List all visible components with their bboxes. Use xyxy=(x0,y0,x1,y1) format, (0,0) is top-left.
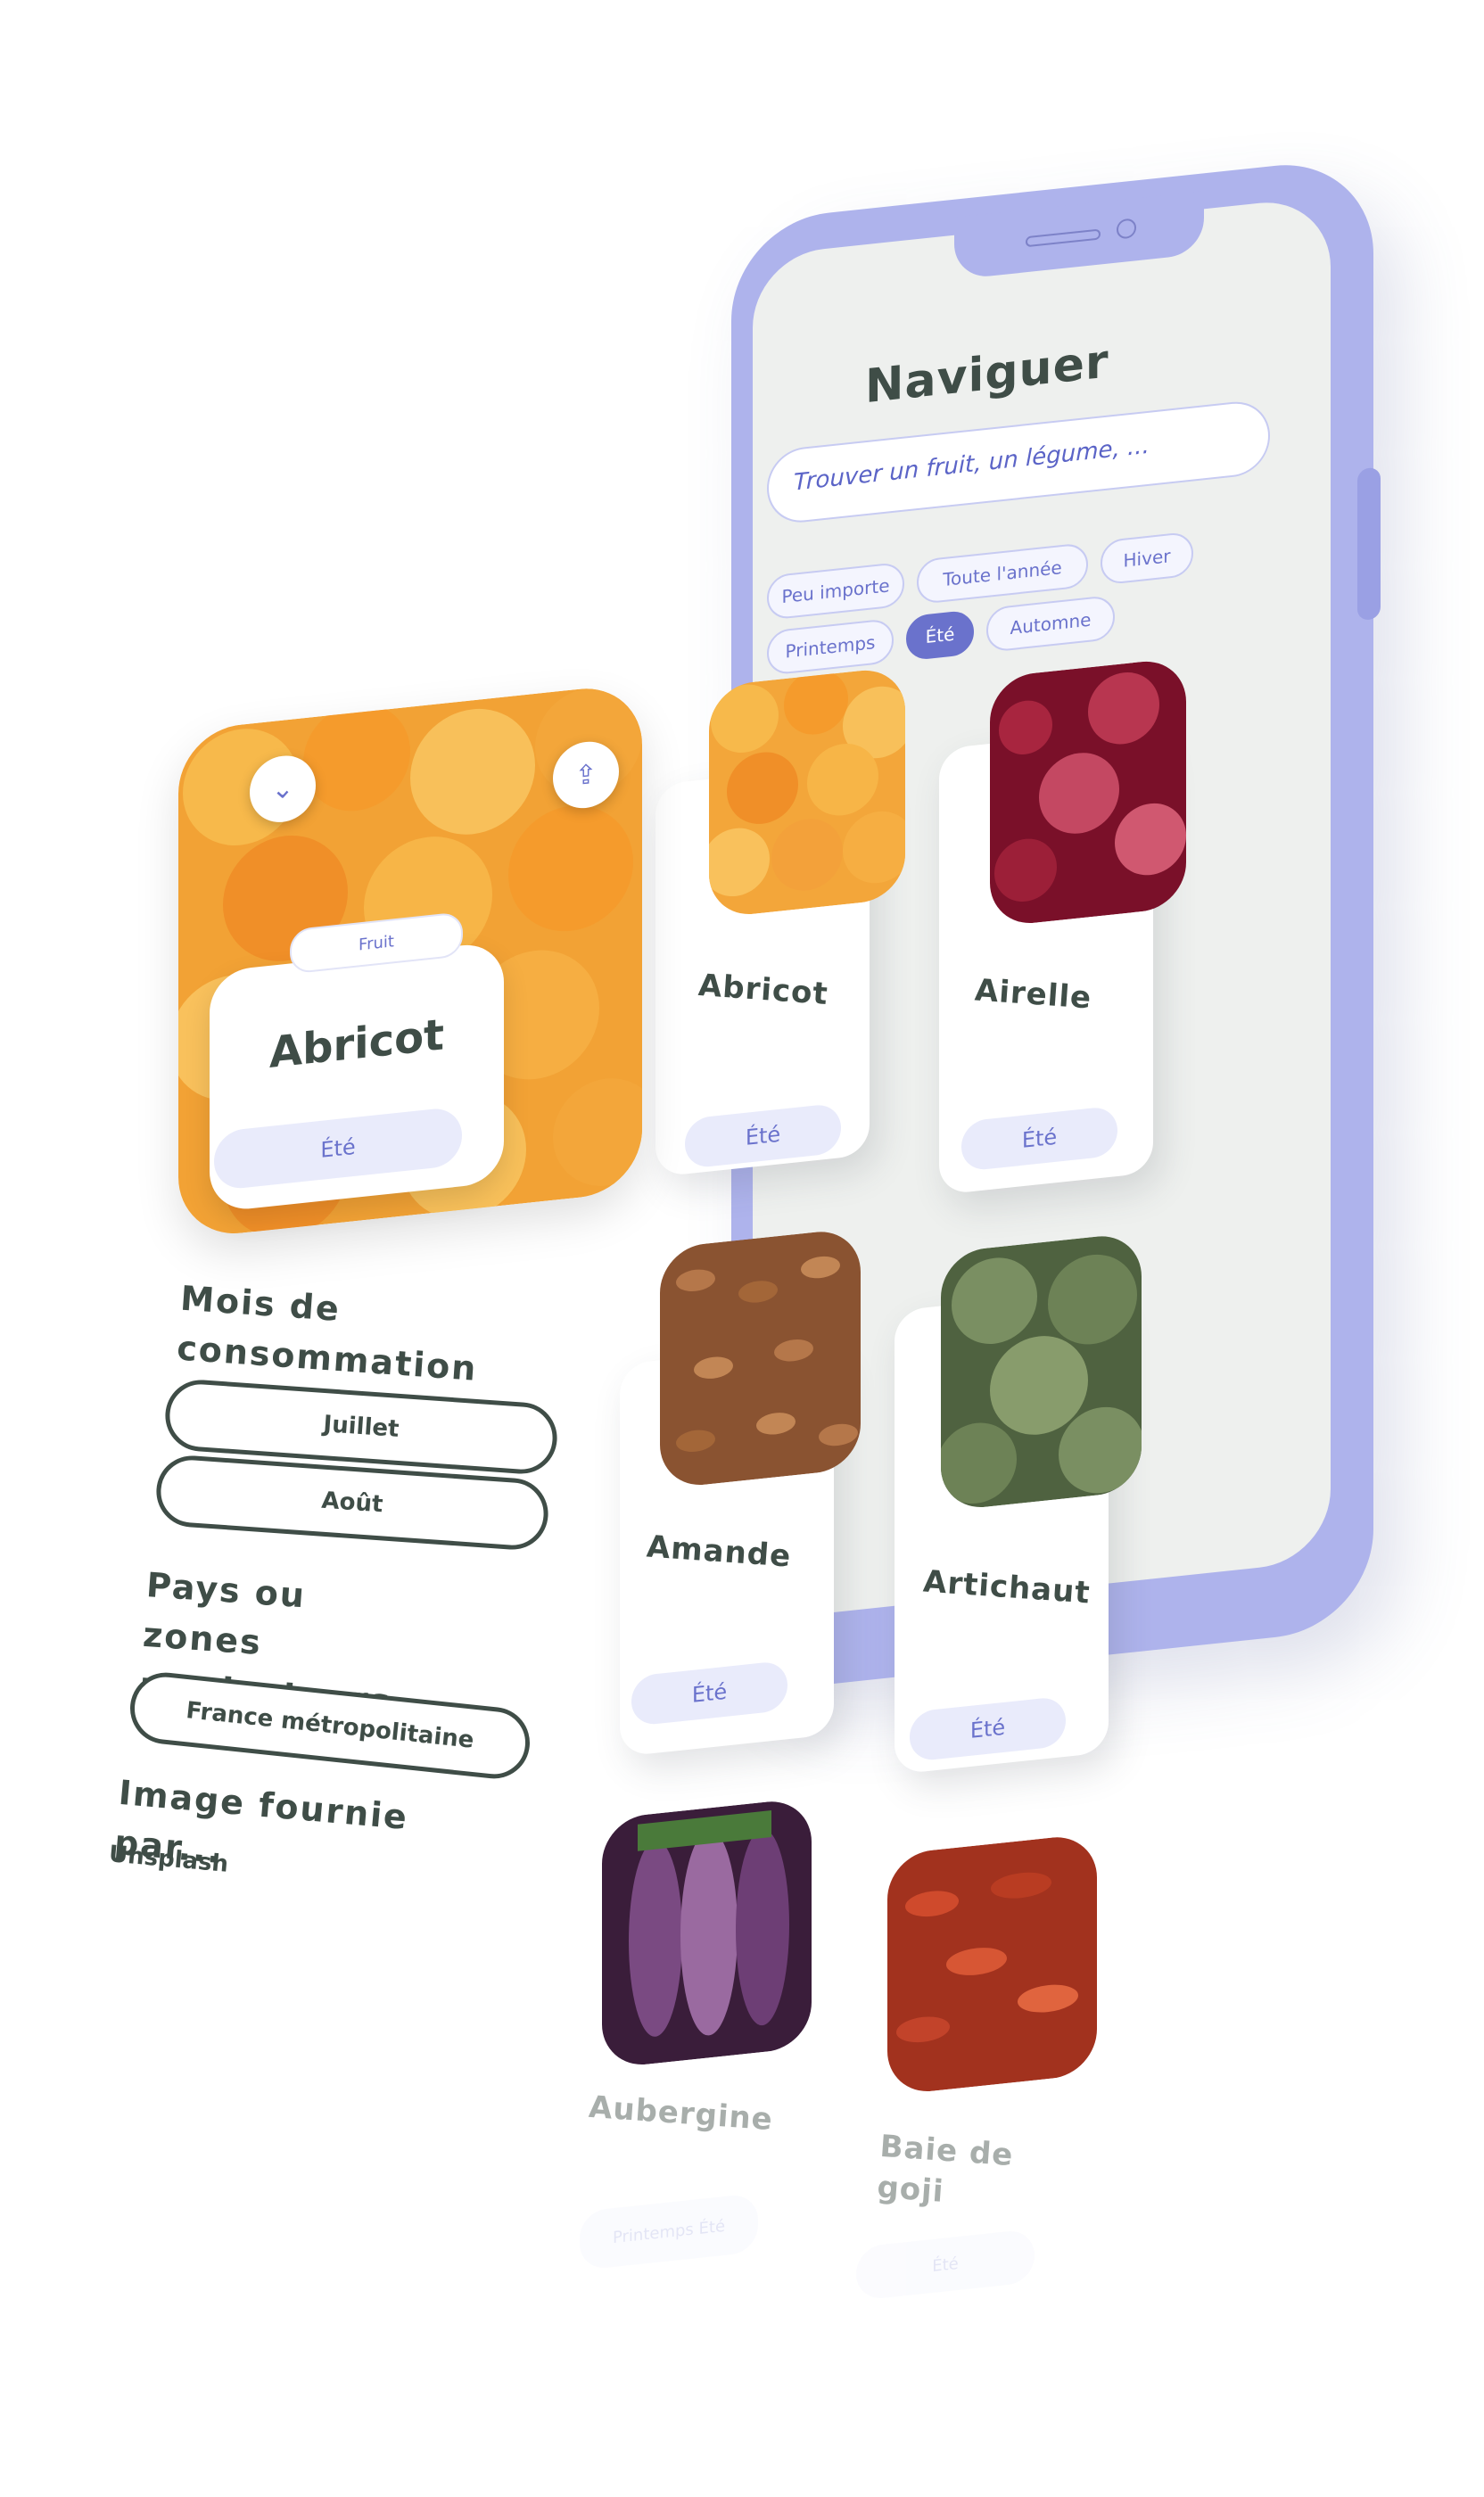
season-badge-aubergine: Printemps Été xyxy=(580,2192,758,2270)
detail-title: Abricot xyxy=(268,1010,444,1078)
product-image-abricot xyxy=(709,665,905,919)
camera-icon xyxy=(1117,218,1136,240)
months-heading: Mois de consommation xyxy=(175,1278,479,1389)
speaker-icon xyxy=(1026,228,1101,248)
product-name-baie-de-goji: Baie de goji xyxy=(876,2128,1015,2210)
almond-photo xyxy=(660,1227,861,1489)
goji-photo xyxy=(887,1833,1097,2096)
credit-heading: Image fournie par... xyxy=(112,1772,410,1872)
cranberry-photo xyxy=(990,656,1186,927)
artichoke-photo xyxy=(941,1232,1142,1512)
detail-card: Fruit Abricot Été xyxy=(210,911,504,1213)
chevron-down-icon: ⌄ xyxy=(271,771,294,806)
season-badge-baie-de-goji: Été xyxy=(856,2228,1035,2301)
eggplant-photo xyxy=(602,1797,812,2069)
share-icon: ⇪ xyxy=(574,758,598,792)
product-image-artichaut xyxy=(941,1232,1142,1512)
detail-season-badge: Été xyxy=(214,1106,462,1191)
search-placeholder: Trouver un fruit, un légume, ... xyxy=(794,432,1150,497)
phone-side-button xyxy=(1357,466,1381,622)
product-image-amande xyxy=(660,1227,861,1489)
product-name-aubergine: Aubergine xyxy=(587,2089,775,2139)
product-image-baie-de-goji xyxy=(887,1833,1097,2096)
product-image-aubergine xyxy=(602,1797,812,2069)
product-image-airelle xyxy=(990,656,1186,927)
apricot-photo xyxy=(709,665,905,919)
